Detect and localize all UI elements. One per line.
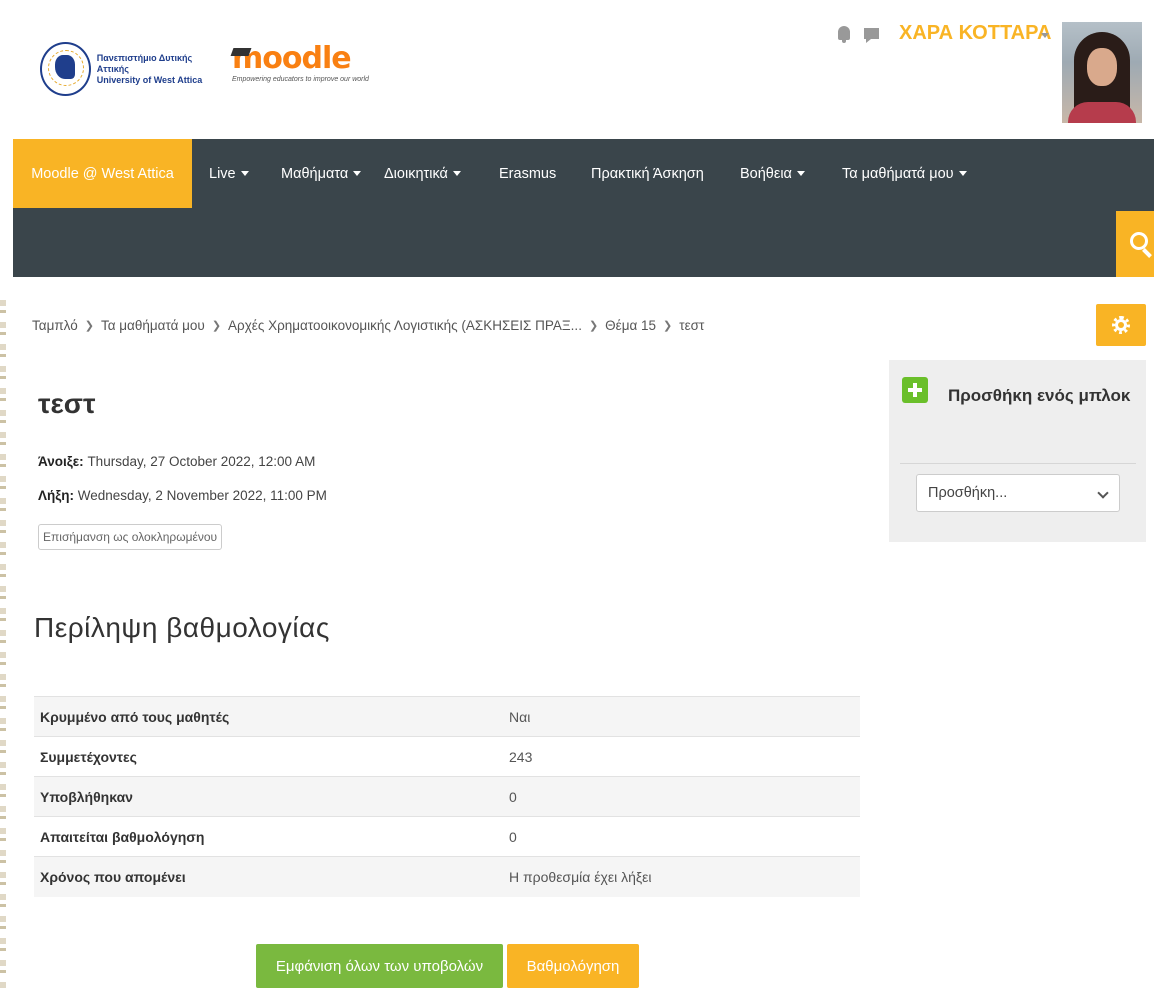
mortarboard-icon — [230, 48, 252, 56]
grading-summary-table: Κρυμμένο από τους μαθητές Ναι Συμμετέχοντ… — [34, 696, 860, 897]
due-date: Λήξη: Wednesday, 2 November 2022, 11:00 … — [38, 488, 327, 503]
notifications-bell-icon[interactable] — [838, 26, 850, 43]
view-all-submissions-button[interactable]: Εμφάνιση όλων των υποβολών — [256, 944, 503, 988]
breadcrumb-separator-icon: ❯ — [663, 320, 673, 332]
breadcrumb-course[interactable]: Αρχές Χρηματοοικονομικής Λογιστικής (ΑΣΚ… — [228, 318, 582, 333]
table-row: Συμμετέχοντες 243 — [34, 736, 860, 777]
table-row: Απαιτείται βαθμολόγηση 0 — [34, 816, 860, 857]
table-row: Υποβλήθηκαν 0 — [34, 776, 860, 817]
add-block-select[interactable]: Προσθήκη... — [916, 474, 1120, 512]
moodle-tagline: Empowering educators to improve our worl… — [232, 76, 369, 83]
university-name-english: University of West Attica — [96, 74, 203, 85]
university-name-greek: Πανεπιστήμιο Δυτικής Αττικής — [96, 52, 193, 74]
caret-down-icon — [240, 171, 249, 176]
breadcrumb: Ταμπλό ❯ Τα μαθήματά μου ❯ Αρχές Χρηματο… — [32, 318, 704, 333]
page-title: τεστ — [38, 388, 96, 419]
caret-down-icon — [353, 171, 362, 176]
breadcrumb-topic[interactable]: Θέμα 15 — [605, 318, 656, 333]
add-block-panel: Προσθήκη ενός μπλοκ Προσθήκη... — [889, 360, 1146, 542]
page-edge-decoration — [0, 300, 6, 990]
nav-brand-link[interactable]: Moodle @ West Attica — [13, 139, 192, 208]
settings-gear-button[interactable] — [1096, 304, 1146, 346]
search-icon — [1130, 232, 1148, 250]
user-menu-caret-icon[interactable] — [1041, 33, 1049, 38]
chevron-down-icon — [1097, 487, 1109, 499]
search-button[interactable] — [1116, 211, 1154, 277]
table-row: Χρόνος που απομένει Η προθεσμία έχει λήξε… — [34, 856, 860, 897]
user-menu-name[interactable]: ΧΑΡΑ ΚΟΤΤΑΡΑ — [899, 22, 1051, 45]
grade-button[interactable]: Βαθμολόγηση — [507, 944, 639, 988]
breadcrumb-separator-icon: ❯ — [211, 320, 222, 332]
mark-as-done-button[interactable]: Επισήμανση ως ολοκληρωμένου — [38, 524, 223, 550]
opened-date: Άνοιξε: Thursday, 27 October 2022, 12:00… — [38, 454, 316, 469]
moodle-logo[interactable]: moodle Empowering educators to improve o… — [230, 44, 369, 94]
caret-down-icon — [452, 171, 461, 176]
add-block-title: Προσθήκη ενός μπλοκ — [948, 386, 1131, 405]
grading-summary-heading: Περίληψη βαθμολογίας — [34, 612, 330, 643]
divider — [900, 463, 1136, 464]
nav-item-live[interactable]: Live — [209, 139, 249, 208]
nav-item-administrative[interactable]: Διοικητικά — [384, 139, 461, 208]
breadcrumb-my-courses[interactable]: Τα μαθήματά μου — [101, 318, 205, 333]
breadcrumb-current[interactable]: τεστ — [679, 318, 704, 333]
nav-item-internship[interactable]: Πρακτική Άσκηση — [591, 139, 704, 208]
user-avatar[interactable] — [1062, 22, 1142, 123]
main-navbar: Moodle @ West Attica Live Μαθήματα Διοικ… — [13, 139, 1154, 208]
caret-down-icon — [796, 171, 805, 176]
navbar-secondary-bar — [13, 208, 1154, 277]
gear-icon — [1112, 316, 1130, 334]
university-logo[interactable]: Πανεπιστήμιο Δυτικής Αττικής University … — [40, 40, 218, 98]
breadcrumb-dashboard[interactable]: Ταμπλό — [32, 318, 78, 333]
nav-item-help[interactable]: Βοήθεια — [740, 139, 805, 208]
university-seal-icon — [40, 42, 91, 96]
table-row: Κρυμμένο από τους μαθητές Ναι — [34, 696, 860, 737]
breadcrumb-separator-icon: ❯ — [588, 320, 599, 332]
messages-chat-icon[interactable] — [864, 27, 879, 43]
header-icons — [838, 26, 879, 43]
caret-down-icon — [958, 171, 967, 176]
site-header: Πανεπιστήμιο Δυτικής Αττικής University … — [0, 0, 1154, 139]
nav-item-erasmus[interactable]: Erasmus — [499, 139, 556, 208]
nav-item-my-courses[interactable]: Τα μαθήματά μου — [842, 139, 967, 208]
nav-item-courses[interactable]: Μαθήματα — [281, 139, 362, 208]
breadcrumb-separator-icon: ❯ — [84, 320, 94, 332]
